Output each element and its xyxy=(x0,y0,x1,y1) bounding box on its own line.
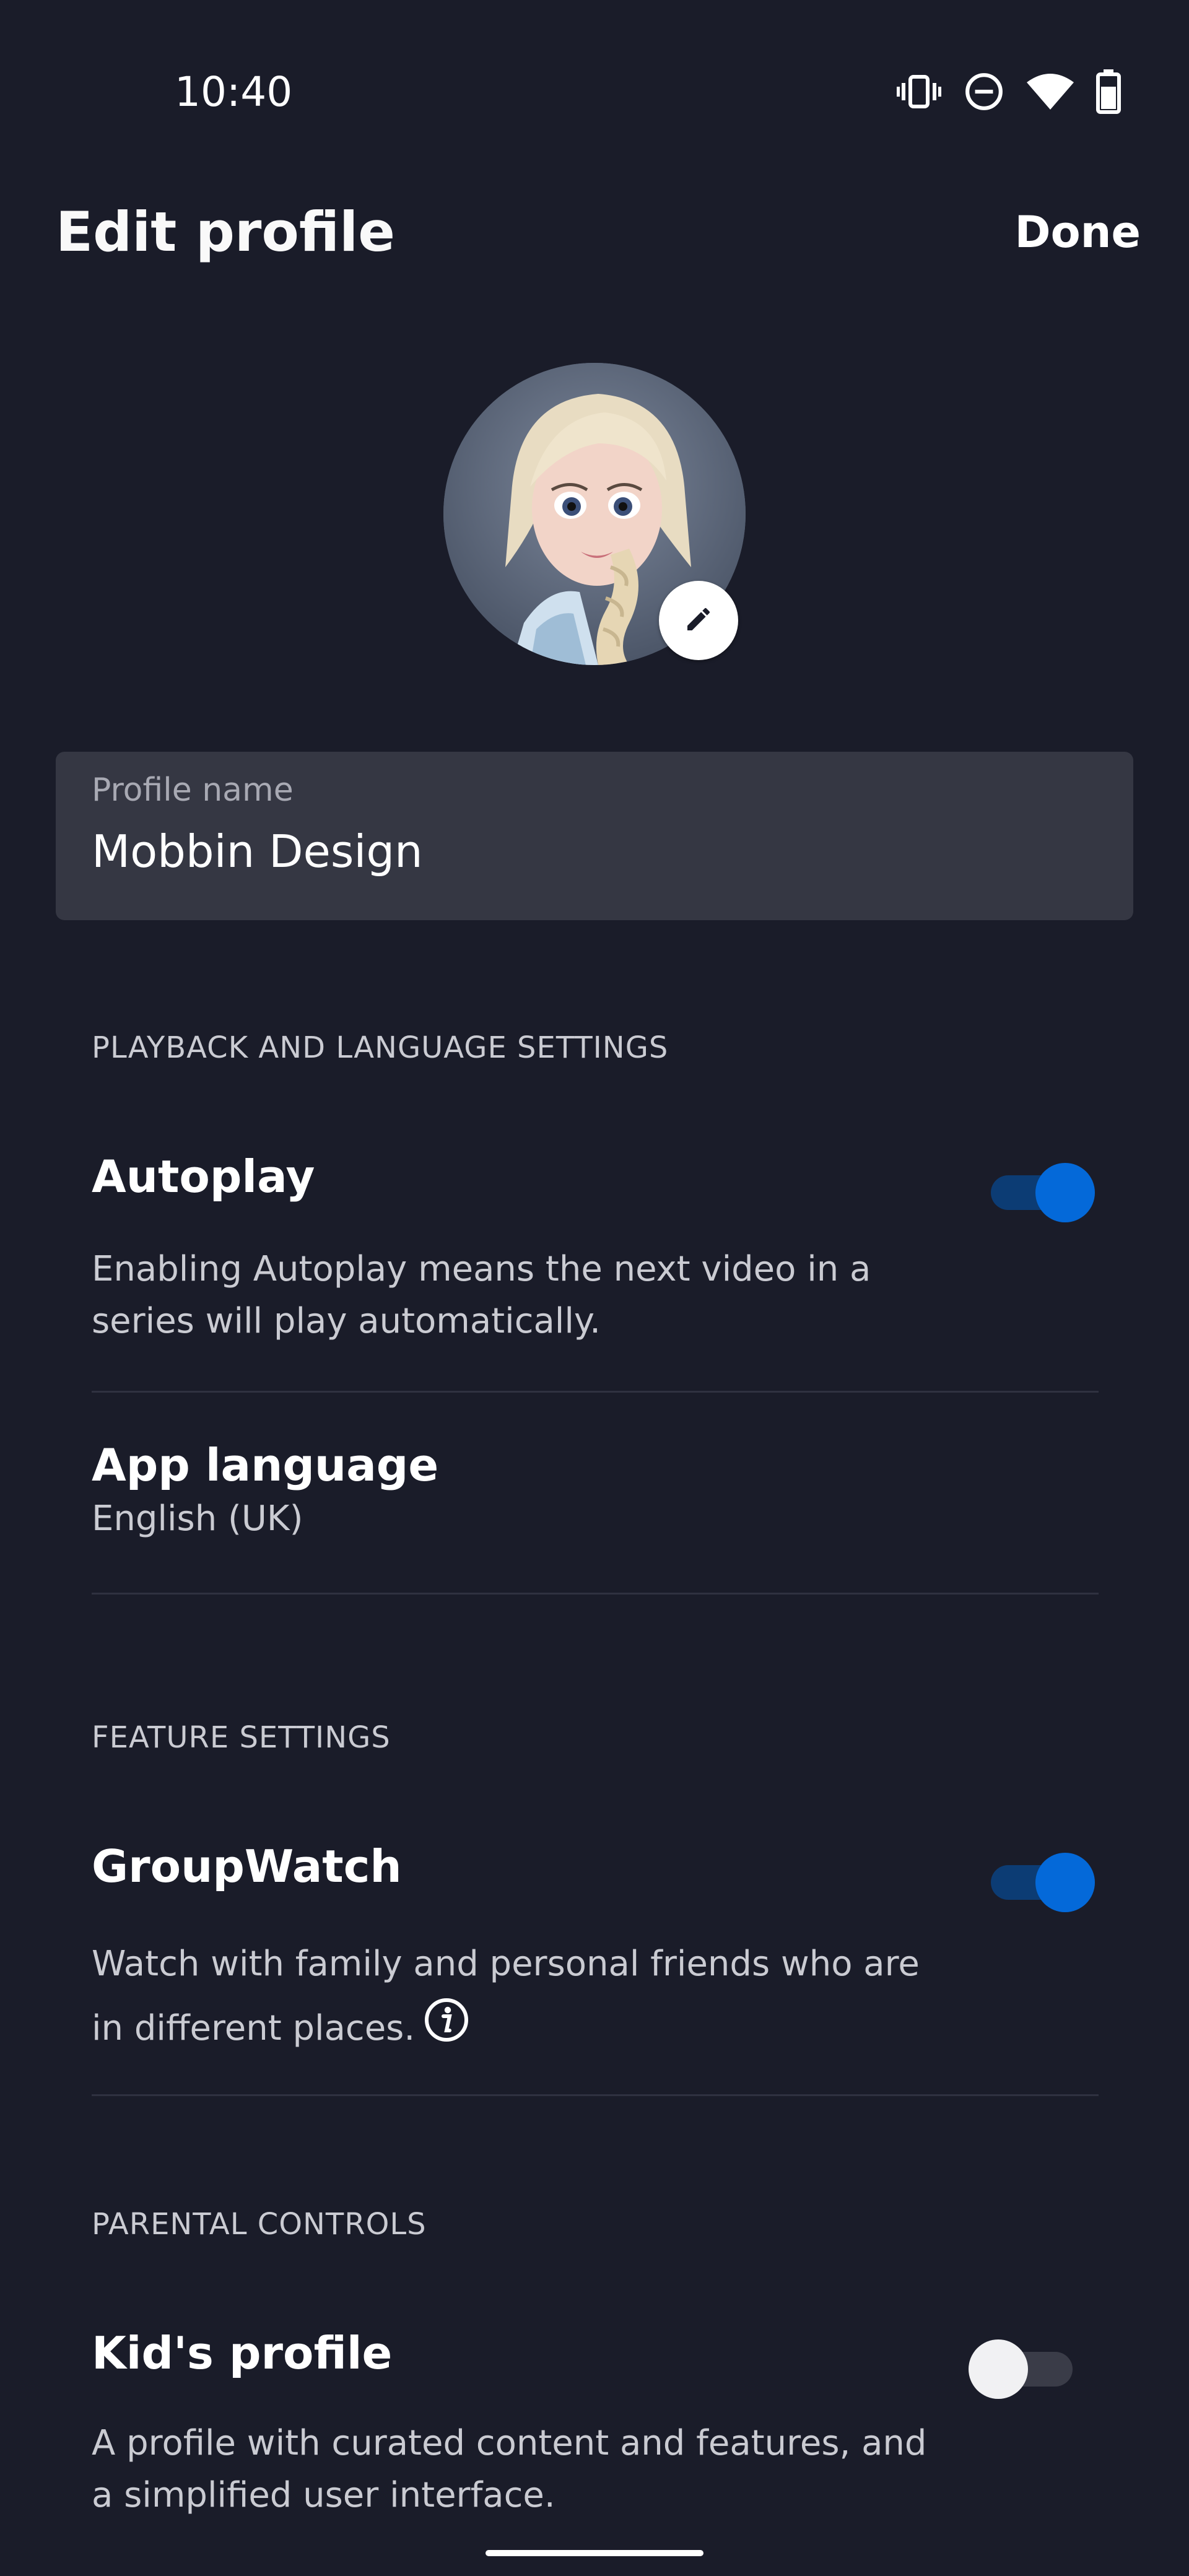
profile-name-label: Profile name xyxy=(92,772,294,809)
groupwatch-toggle-thumb xyxy=(1035,1853,1095,1912)
done-button[interactable]: Done xyxy=(1014,198,1141,266)
divider xyxy=(92,1391,1099,1393)
groupwatch-toggle[interactable] xyxy=(991,1853,1095,1912)
app-language-title[interactable]: App language xyxy=(92,1439,438,1491)
groupwatch-description: Watch with family and personal friends w… xyxy=(92,1932,946,2064)
groupwatch-description-text: Watch with family and personal friends w… xyxy=(92,1944,920,2048)
section-header-features: FEATURE SETTINGS xyxy=(92,1720,391,1755)
app-language-value: English (UK) xyxy=(92,1499,303,1539)
profile-name-input[interactable]: Mobbin Design xyxy=(92,824,1097,879)
vibrate-icon xyxy=(897,72,941,111)
divider xyxy=(92,1593,1099,1595)
status-time: 10:40 xyxy=(175,68,293,116)
info-icon[interactable] xyxy=(424,1997,469,2064)
edit-avatar-button[interactable] xyxy=(659,581,738,660)
home-indicator[interactable] xyxy=(486,2550,703,2556)
page-title: Edit profile xyxy=(56,200,395,264)
kids-profile-title: Kid's profile xyxy=(92,2327,393,2379)
section-header-parental: PARENTAL CONTROLS xyxy=(92,2207,427,2242)
autoplay-title: Autoplay xyxy=(92,1151,315,1203)
wifi-icon xyxy=(1027,72,1074,111)
profile-name-field[interactable]: Profile name Mobbin Design xyxy=(56,752,1133,920)
kids-profile-toggle[interactable] xyxy=(969,2339,1073,2399)
groupwatch-title: GroupWatch xyxy=(92,1840,402,1892)
do-not-disturb-icon xyxy=(964,71,1004,112)
kids-profile-description: A profile with curated content and featu… xyxy=(92,2423,927,2515)
autoplay-toggle[interactable] xyxy=(991,1163,1095,1222)
autoplay-description: Enabling Autoplay means the next video i… xyxy=(92,1249,871,1341)
section-header-playback: PLAYBACK AND LANGUAGE SETTINGS xyxy=(92,1030,669,1065)
kids-profile-toggle-thumb xyxy=(969,2339,1028,2399)
divider xyxy=(92,2094,1099,2096)
status-icons xyxy=(897,68,1121,115)
battery-icon xyxy=(1096,69,1121,114)
autoplay-toggle-thumb xyxy=(1035,1163,1095,1222)
pencil-icon xyxy=(684,604,713,637)
